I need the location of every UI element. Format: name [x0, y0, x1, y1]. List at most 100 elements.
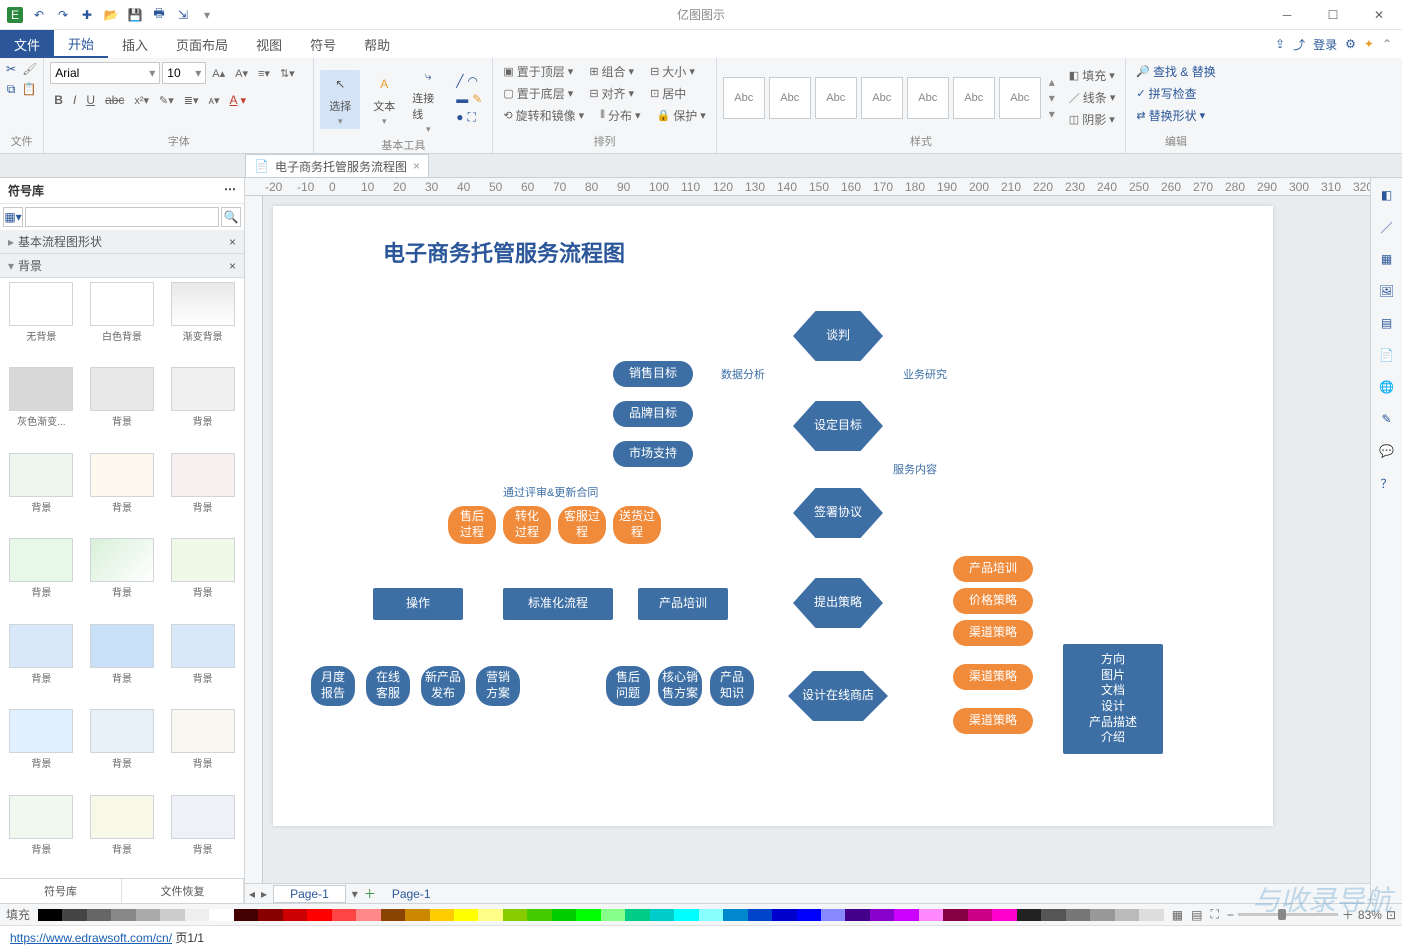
find-replace-button[interactable]: 🔎 查找 & 替换	[1132, 62, 1219, 81]
spellcheck-button[interactable]: ✓ 拼写检查	[1132, 84, 1200, 103]
node-new-product[interactable]: 新产品 发布	[421, 666, 465, 706]
symbol-item[interactable]: 背景	[4, 795, 79, 874]
italic-button[interactable]: I	[69, 92, 80, 108]
close-doc-icon[interactable]: ×	[413, 159, 420, 173]
symbol-item[interactable]: 背景	[85, 624, 160, 703]
align-button[interactable]: ⊟ 对齐▾	[585, 84, 638, 103]
spacing-icon[interactable]: ⇅▾	[276, 66, 299, 81]
style-preset[interactable]: Abc	[861, 77, 903, 119]
page-nav-next-icon[interactable]: ▸	[261, 887, 267, 901]
strike-button[interactable]: abc	[101, 92, 128, 108]
node-proc-service[interactable]: 客服过 程	[558, 506, 606, 544]
select-tool[interactable]: ↖选择▾	[320, 70, 360, 129]
node-product-knowledge[interactable]: 产品 知识	[710, 666, 754, 706]
underline-button[interactable]: U	[82, 92, 99, 108]
rotate-button[interactable]: ⟲ 旋转和镜像▾	[499, 106, 588, 125]
tab-help[interactable]: 帮助	[350, 30, 404, 58]
tab-insert[interactable]: 插入	[108, 30, 162, 58]
distribute-button[interactable]: ⦀ 分布▾	[596, 106, 644, 125]
cut-icon[interactable]: ✂	[6, 62, 16, 76]
minimize-button[interactable]: ─	[1264, 0, 1310, 30]
bullets-button[interactable]: ≣▾	[180, 93, 203, 108]
puzzle-icon[interactable]: ✦	[1364, 37, 1374, 51]
node-proc-aftersale[interactable]: 售后 过程	[448, 506, 496, 544]
node-marketing[interactable]: 营销 方案	[476, 666, 520, 706]
style-preset[interactable]: Abc	[999, 77, 1041, 119]
node-set-goal[interactable]: 设定目标	[793, 401, 883, 451]
format-image-icon[interactable]: 🖼	[1376, 280, 1398, 302]
font-size-select[interactable]: 10▾	[162, 62, 206, 84]
node-operate[interactable]: 操作	[373, 588, 463, 620]
symbol-item[interactable]: 背景	[85, 367, 160, 446]
node-goal-sales[interactable]: 销售目标	[613, 361, 693, 387]
shadow-button[interactable]: ◫ 阴影▾	[1065, 110, 1120, 129]
symbol-item[interactable]: 无背景	[4, 282, 79, 361]
line-button[interactable]: ／ 线条▾	[1065, 88, 1120, 107]
drawing-page[interactable]: 电子商务托管服务流程图	[273, 206, 1273, 826]
login-link[interactable]: 登录	[1313, 36, 1337, 53]
format-line-icon[interactable]: ／	[1376, 216, 1398, 238]
rect-shape-icon[interactable]: ▬	[456, 92, 468, 106]
ellipse-shape-icon[interactable]: ●	[456, 110, 463, 125]
symbol-item[interactable]: 背景	[4, 624, 79, 703]
arc-shape-icon[interactable]: ◠	[468, 74, 478, 88]
symbol-item[interactable]: 背景	[85, 453, 160, 532]
format-page-icon[interactable]: 📄	[1376, 344, 1398, 366]
node-strategy[interactable]: 提出策略	[793, 578, 883, 628]
style-preset[interactable]: Abc	[815, 77, 857, 119]
sheet-menu-icon[interactable]: ▾	[352, 887, 358, 901]
copy-icon[interactable]: ⧉	[7, 82, 16, 97]
undo-icon[interactable]: ↶	[28, 4, 50, 26]
symbol-item[interactable]: 背景	[4, 709, 79, 788]
tab-layout[interactable]: 页面布局	[162, 30, 242, 58]
category-header[interactable]: ▸基本流程图形状×	[0, 230, 244, 254]
symbol-item[interactable]: 白色背景	[85, 282, 160, 361]
node-strat-channel3[interactable]: 渠道策略	[953, 708, 1033, 734]
style-preset[interactable]: Abc	[723, 77, 765, 119]
shrink-font-icon[interactable]: A▾	[231, 66, 252, 81]
format-layer-icon[interactable]: ▤	[1376, 312, 1398, 334]
open-icon[interactable]: 📂	[100, 4, 122, 26]
format-note-icon[interactable]: ✎	[1376, 408, 1398, 430]
close-cat-icon[interactable]: ×	[229, 259, 236, 273]
sheet-tab[interactable]: Page-1	[273, 885, 346, 903]
export-icon[interactable]: ⇲	[172, 4, 194, 26]
zoom-fit-icon[interactable]: ⊡	[1386, 908, 1396, 922]
panel-menu-icon[interactable]: ⋯	[224, 182, 236, 199]
document-tab[interactable]: 📄 电子商务托管服务流程图 ×	[245, 154, 429, 177]
symbol-item[interactable]: 背景	[165, 367, 240, 446]
node-strat-channel[interactable]: 渠道策略	[953, 620, 1033, 646]
tab-symbol[interactable]: 符号	[296, 30, 350, 58]
paste-icon[interactable]: 📋	[21, 82, 36, 97]
tab-recovery[interactable]: 文件恢复	[122, 879, 244, 903]
symbol-item[interactable]: 背景	[165, 538, 240, 617]
format-theme-icon[interactable]: ▦	[1376, 248, 1398, 270]
format-help-icon[interactable]: ？	[1376, 472, 1398, 494]
send-back-button[interactable]: ▢ 置于底层▾	[499, 84, 577, 103]
protect-button[interactable]: 🔒 保护▾	[653, 106, 710, 125]
node-core-sales[interactable]: 核心销 售方案	[658, 666, 702, 706]
node-strat-price[interactable]: 价格策略	[953, 588, 1033, 614]
tab-view[interactable]: 视图	[242, 30, 296, 58]
symbol-item[interactable]: 背景	[4, 453, 79, 532]
style-up-icon[interactable]: ▴	[1049, 75, 1055, 89]
symbol-item[interactable]: 背景	[85, 538, 160, 617]
size-button[interactable]: ⊟ 大小▾	[646, 62, 699, 81]
bring-front-button[interactable]: ▣ 置于顶层▾	[499, 62, 577, 81]
symbol-item[interactable]: 背景	[85, 709, 160, 788]
symbol-item[interactable]: 渐变背景	[165, 282, 240, 361]
format-comment-icon[interactable]: 💬	[1376, 440, 1398, 462]
tab-symbols[interactable]: 符号库	[0, 879, 122, 903]
symbol-item[interactable]: 背景	[165, 795, 240, 874]
replace-shape-button[interactable]: ⇄ 替换形状▾	[1132, 106, 1209, 125]
format-fill-icon[interactable]: ◧	[1376, 184, 1398, 206]
symbol-item[interactable]: 背景	[165, 709, 240, 788]
node-strat-training[interactable]: 产品培训	[953, 556, 1033, 582]
node-proc-convert[interactable]: 转化 过程	[503, 506, 551, 544]
share2-icon[interactable]: ⤴	[1293, 36, 1305, 53]
line-shape-icon[interactable]: ╱	[456, 74, 463, 88]
collapse-ribbon-icon[interactable]: ⌃	[1382, 37, 1392, 51]
font-name-select[interactable]: Arial▾	[50, 62, 160, 84]
node-online-cs[interactable]: 在线 客服	[366, 666, 410, 706]
style-down-icon[interactable]: ▾	[1049, 91, 1055, 105]
